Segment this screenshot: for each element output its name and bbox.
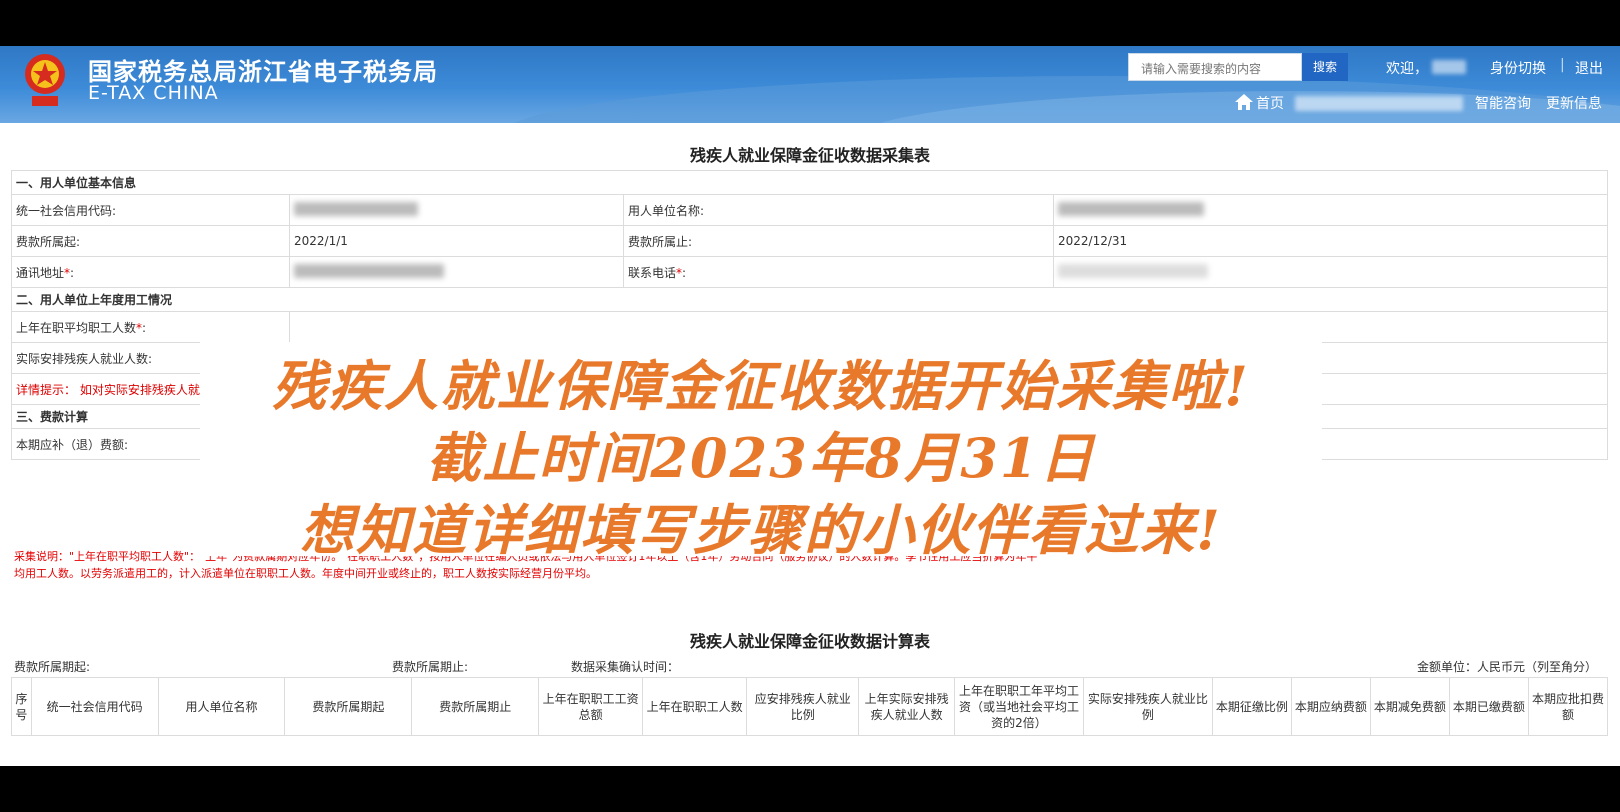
phone-label: 联系电话: [628, 265, 677, 280]
calc-period-end: 费款所属期止:: [392, 660, 469, 674]
header-separator: |: [1560, 57, 1565, 73]
calc-column-header: 应安排残疾人就业比例: [746, 677, 860, 736]
search-input[interactable]: 请输入需要搜索的内容: [1128, 53, 1302, 81]
calc-column-header: 费款所属期止: [411, 677, 540, 736]
calc-period-start: 费款所属期起:: [14, 660, 91, 674]
calc-title: 残疾人就业保障金征收数据计算表: [689, 632, 930, 651]
calc-column-header: 本期已缴费额: [1448, 677, 1529, 736]
period-start-value: 2022/1/1: [289, 225, 624, 257]
logout-link[interactable]: 退出: [1575, 58, 1603, 78]
calc-column-header: 本期应纳费额: [1290, 677, 1371, 736]
period-end-label: 费款所属止:: [623, 225, 1054, 257]
promo-line-3: 想知道详细填写步骤的小伙伴看过来!: [300, 498, 1222, 562]
period-end-value: 2022/12/31: [1053, 225, 1608, 257]
unit-name-label: 用人单位名称:: [623, 194, 1054, 226]
username-redacted: [1432, 60, 1466, 74]
calc-unit: 金额单位：人民币元（列至角分）: [1417, 660, 1598, 674]
calc-column-header: 本期减免费额: [1369, 677, 1450, 736]
home-icon[interactable]: [1235, 94, 1253, 110]
calc-column-header: 本期征缴比例: [1211, 677, 1292, 736]
calc-column-header: 本期应批扣费额: [1527, 677, 1609, 736]
calc-table-header: 序号 统一社会信用代码 用人单位名称 费款所属期起 费款所属期止 上年在职职工工资总额 上年…: [11, 677, 1609, 736]
calc-column-header: 统一社会信用代码: [30, 677, 159, 736]
calc-column-header: 上年在职职工工资总额: [538, 677, 644, 736]
avg-staff-input[interactable]: [289, 311, 1608, 343]
credit-code-value: [289, 194, 624, 226]
welcome-text: 欢迎，: [1386, 61, 1428, 77]
address-label: 通讯地址: [16, 265, 65, 280]
avg-staff-label: 上年在职平均职工人数: [16, 320, 137, 335]
unit-name-value: [1053, 194, 1608, 226]
calc-column-header: 上年在职职工年平均工资（或当地社会平均工资的2倍）: [954, 677, 1084, 736]
form-title: 残疾人就业保障金征收数据采集表: [689, 146, 930, 165]
phone-colon: :: [682, 265, 687, 280]
phone-input[interactable]: [1053, 256, 1608, 288]
promo-line-2: 截止时间2023年8月31日: [426, 426, 1096, 490]
period-start-label: 费款所属起:: [11, 225, 290, 257]
section-employment: 二、用人单位上年度用工情况: [11, 287, 1608, 312]
avg-staff-label-cell: 上年在职平均职工人数*:: [11, 311, 290, 343]
section-basic-info: 一、用人单位基本信息: [11, 170, 1608, 195]
national-emblem-icon: [25, 54, 65, 106]
calc-column-header: 序号: [11, 677, 32, 736]
calc-column-header: 上年在职职工人数: [642, 677, 748, 736]
calc-table: 序号 统一社会信用代码 用人单位名称 费款所属期起 费款所属期止 上年在职职工工资总额 上年…: [11, 677, 1609, 736]
address-colon: :: [70, 265, 75, 280]
smart-consult-link[interactable]: 智能咨询: [1475, 93, 1531, 113]
address-label-cell: 通讯地址*:: [11, 256, 290, 288]
calc-column-header: 上年实际安排残疾人就业人数: [858, 677, 955, 736]
site-subtitle: E-TAX CHINA: [88, 82, 219, 104]
phone-label-cell: 联系电话*:: [623, 256, 1054, 288]
calc-column-header: 实际安排残疾人就业比例: [1082, 677, 1213, 736]
calc-column-header: 用人单位名称: [157, 677, 286, 736]
address-input[interactable]: [289, 256, 624, 288]
avg-staff-colon: :: [142, 320, 147, 335]
update-info-link[interactable]: 更新信息: [1546, 93, 1602, 113]
search-button[interactable]: 搜索: [1302, 53, 1348, 81]
home-link[interactable]: 首页: [1256, 93, 1284, 113]
header-banner: 国家税务总局浙江省电子税务局 E-TAX CHINA 请输入需要搜索的内容 搜索…: [0, 46, 1620, 123]
credit-code-label: 统一社会信用代码:: [11, 194, 290, 226]
app-window: 国家税务总局浙江省电子税务局 E-TAX CHINA 请输入需要搜索的内容 搜索…: [0, 46, 1620, 766]
promo-overlay: 残疾人就业保障金征收数据开始采集啦! 截止时间2023年8月31日 想知道详细填…: [200, 342, 1322, 562]
promo-line-1: 残疾人就业保障金征收数据开始采集啦!: [272, 354, 1250, 418]
company-name-redacted: [1295, 96, 1463, 111]
switch-identity-link[interactable]: 身份切换: [1490, 58, 1546, 78]
calc-confirm-time: 数据采集确认时间：: [571, 660, 680, 674]
calc-column-header: 费款所属期起: [284, 677, 413, 736]
